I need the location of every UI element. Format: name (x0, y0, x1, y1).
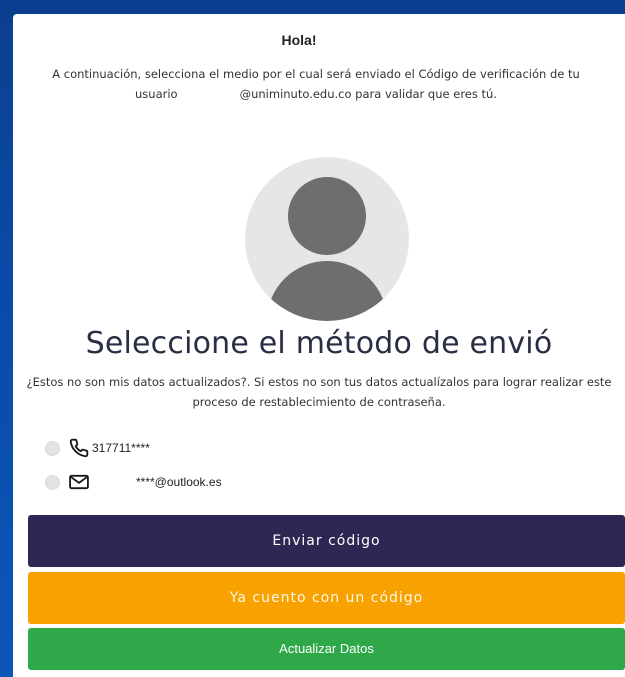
greeting-heading: Hola! (281, 32, 317, 48)
intro-line-2: usuario @uniminuto.edu.co para validar qu… (21, 84, 611, 104)
phone-icon (68, 437, 90, 459)
mail-icon (68, 471, 90, 493)
intro-domain-text: @uniminuto.edu.co para validar que eres … (239, 87, 497, 101)
email-option[interactable]: ****@outlook.es (45, 471, 222, 493)
phone-number: 317711**** (92, 441, 150, 455)
send-code-button[interactable]: Enviar código (28, 515, 625, 567)
phone-radio[interactable] (45, 440, 60, 456)
method-title: Seleccione el método de envió (85, 326, 553, 361)
verification-card: Hola! A continuación, selecciona el medi… (13, 14, 625, 677)
intro-line-1: A continuación, selecciona el medio por … (52, 67, 580, 81)
intro-user-label: usuario (135, 87, 178, 101)
intro-text: A continuación, selecciona el medio por … (21, 64, 611, 104)
method-description: ¿Estos no son mis datos actualizados?. S… (26, 375, 612, 409)
phone-option[interactable]: 317711**** (45, 437, 150, 459)
avatar-head (288, 177, 366, 255)
avatar-body (267, 261, 387, 321)
have-code-button[interactable]: Ya cuento con un código (28, 572, 625, 624)
email-address: ****@outlook.es (136, 475, 222, 489)
update-data-button[interactable]: Actualizar Datos (28, 628, 625, 670)
email-radio[interactable] (45, 474, 60, 490)
user-avatar-icon (245, 157, 409, 321)
